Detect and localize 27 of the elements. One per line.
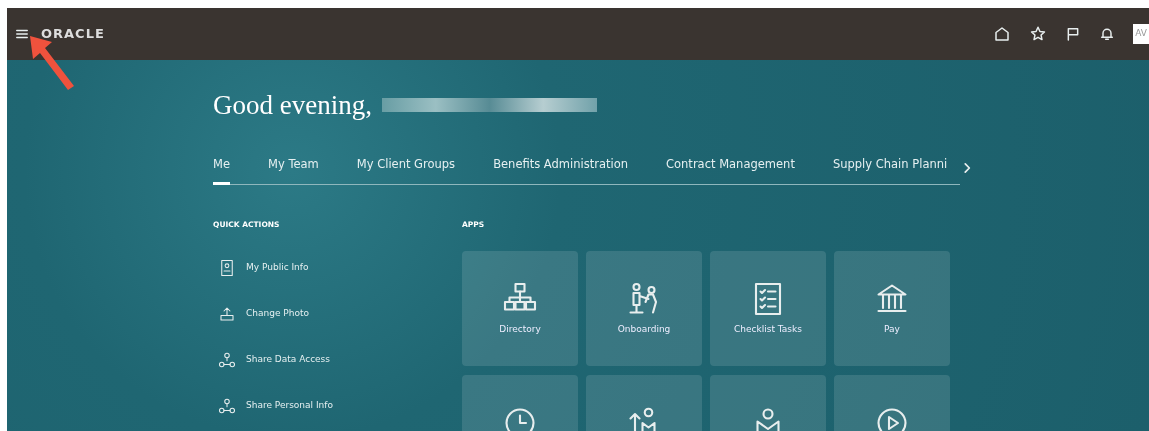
star-icon[interactable] bbox=[1029, 25, 1047, 43]
tab[interactable]: Me bbox=[213, 150, 230, 186]
app-tile[interactable]: Directory bbox=[462, 250, 578, 366]
greeting: Good evening, bbox=[213, 88, 372, 122]
menu-icon[interactable] bbox=[15, 27, 29, 41]
tab[interactable]: Benefits Administration bbox=[493, 150, 628, 186]
app-tile[interactable]: Checklist Tasks bbox=[710, 250, 826, 366]
app-tile[interactable]: Pay bbox=[834, 250, 950, 366]
quick-action-link[interactable]: Change Photo bbox=[218, 290, 309, 337]
avatar[interactable]: AV bbox=[1133, 24, 1149, 44]
tab[interactable]: My Team bbox=[268, 150, 319, 186]
logo[interactable]: ORACLE bbox=[41, 24, 105, 44]
tab[interactable]: My Client Groups bbox=[356, 150, 456, 186]
tile-label: Directory bbox=[499, 322, 541, 336]
bell-icon[interactable] bbox=[1099, 26, 1115, 42]
tile-label: Onboarding bbox=[617, 322, 671, 336]
app-tile[interactable]: Onboarding bbox=[586, 250, 702, 366]
quick-action-link[interactable]: Share Data Access bbox=[218, 336, 330, 383]
quick-action-link[interactable]: Share Personal Info bbox=[218, 382, 333, 429]
flag-icon[interactable] bbox=[1065, 26, 1081, 42]
tab[interactable]: Contract Management bbox=[666, 150, 795, 186]
quick-action-link[interactable]: My Public Info bbox=[218, 244, 309, 291]
tile-label: Pay bbox=[884, 322, 900, 336]
home-icon[interactable] bbox=[993, 25, 1011, 43]
tab[interactable]: Supply Chain Planni bbox=[832, 150, 948, 186]
id-card-icon bbox=[218, 257, 236, 278]
tile-label: Checklist Tasks bbox=[734, 322, 802, 336]
